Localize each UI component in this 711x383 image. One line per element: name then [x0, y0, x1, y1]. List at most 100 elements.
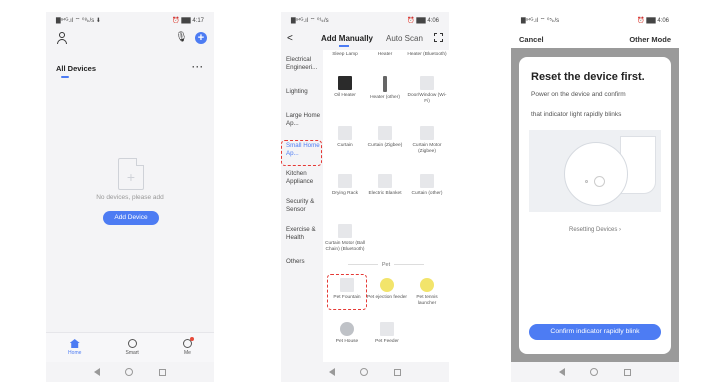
tab-auto-scan[interactable]: Auto Scan — [386, 34, 423, 43]
system-nav-bar — [46, 362, 214, 382]
device-electric-blanket[interactable]: Electric Blanket — [365, 174, 405, 197]
phone-home-screen: ▇ᵃ⁴ᴳ.ıl ⌔ ⁰⁸ₖ/s ⬇ ⏰ ▇▇ 4:17 🎙 + All Devi… — [46, 12, 214, 382]
device-curtain-motor-zigbee[interactable]: Curtain Motor (Zigbee) — [407, 126, 447, 155]
pet-fountain-highlight-box — [327, 274, 367, 310]
profile-icon — [182, 337, 194, 348]
device-oil-heater[interactable]: Oil Heater — [325, 76, 365, 99]
category-highlight-box — [281, 140, 322, 166]
reset-header: Cancel Other Mode — [511, 30, 679, 48]
reset-description-line-1: Power on the device and confirm — [531, 91, 626, 98]
home-icon — [69, 339, 80, 348]
confirm-blink-button[interactable]: Confirm indicator rapidly blink — [529, 324, 661, 340]
system-nav-bar — [511, 362, 679, 382]
system-nav-bar — [281, 362, 449, 382]
device-curtain[interactable]: Curtain — [325, 126, 365, 149]
phone-add-device-screen: ▇ᵃ⁴ᴳ.ıl ⌔ ⁰¹ₖ/s ⏰ ▇▇ 4:06 < Add Manually… — [281, 12, 449, 382]
category-kitchen[interactable]: Kitchen Appliance — [286, 170, 324, 185]
scan-icon[interactable] — [434, 33, 443, 42]
cancel-button[interactable]: Cancel — [519, 35, 544, 44]
reset-card: Reset the device first. Power on the dev… — [519, 57, 671, 354]
pet-section-label: Pet — [323, 262, 449, 268]
back-nav-icon[interactable] — [558, 368, 565, 376]
home-nav-icon[interactable] — [360, 368, 369, 376]
add-plus-icon[interactable]: + — [195, 32, 207, 44]
device-door-window[interactable]: Door/Window (Wi-Fi) — [407, 76, 447, 105]
device-label: Curtain Motor (Ball Chain) (Bluetooth) — [325, 241, 365, 252]
device-pet-feeder[interactable]: Pet Feeder — [367, 322, 407, 345]
device-label: Curtain (other) — [411, 191, 443, 196]
device-curtain-other[interactable]: Curtain (other) — [407, 174, 447, 197]
add-device-button[interactable]: Add Device — [103, 211, 159, 225]
device-heater-other[interactable]: Heater (other) — [365, 76, 405, 101]
tab-home[interactable]: Home — [68, 339, 81, 356]
reset-button-icon — [594, 176, 605, 187]
home-top-bar: 🎙 + — [46, 30, 214, 48]
device-label: Oil Heater — [334, 93, 356, 98]
category-lighting[interactable]: Lighting — [286, 88, 324, 96]
device-label: Heater (Bluetooth) — [407, 52, 447, 57]
reset-title: Reset the device first. — [531, 71, 645, 83]
device-heater[interactable]: Heater — [365, 52, 405, 58]
device-label: Sleep Lamp — [332, 52, 358, 57]
status-right: ⏰ ▇▇ 4:06 — [637, 17, 669, 24]
microphone-icon[interactable]: 🎙 — [175, 32, 188, 44]
tab-me[interactable]: Me — [182, 337, 194, 356]
status-left: ▇ᵃ⁴ᴳ.ıl ⌔ ⁰⁵ₖ/s — [521, 18, 560, 24]
tab-smart[interactable]: Smart — [125, 339, 139, 356]
device-curtain-motor-ball-chain[interactable]: Curtain Motor (Ball Chain) (Bluetooth) — [325, 224, 365, 253]
device-label: Curtain — [337, 143, 353, 148]
category-security[interactable]: Security & Sensor — [286, 198, 324, 213]
device-label: Pet House — [335, 339, 359, 344]
back-arrow-icon[interactable]: < — [287, 33, 293, 44]
device-label: Heater (other) — [370, 95, 400, 100]
empty-state-text: No devices, please add — [96, 194, 164, 201]
indicator-light-icon — [585, 180, 588, 183]
more-icon[interactable]: ··· — [192, 62, 204, 72]
home-nav-icon[interactable] — [590, 368, 599, 376]
home-nav-icon[interactable] — [125, 368, 134, 376]
device-curtain-zigbee[interactable]: Curtain (Zigbee) — [365, 126, 405, 149]
reset-description-line-2: that indicator light rapidly blinks — [531, 111, 622, 118]
tab-home-label: Home — [68, 350, 82, 356]
tab-indicator — [61, 76, 69, 78]
category-electrical[interactable]: Electrical Engineeri... — [286, 56, 324, 71]
device-label: Pet ejection feeder — [367, 295, 408, 300]
recents-nav-icon[interactable] — [159, 368, 167, 376]
device-pet-house[interactable]: Pet House — [327, 322, 367, 345]
device-grid: Sleep Lamp Heater Heater (Bluetooth) Oil… — [323, 50, 449, 362]
device-label: Curtain Motor (Zigbee) — [412, 143, 442, 154]
recents-nav-icon[interactable] — [394, 368, 402, 376]
devices-header: All Devices ··· — [56, 62, 204, 76]
tab-me-label: Me — [183, 350, 191, 356]
user-icon[interactable] — [56, 32, 68, 44]
tab-underline — [339, 45, 349, 47]
other-mode-button[interactable]: Other Mode — [629, 35, 671, 44]
status-bar: ▇ᵃ⁴ᴳ.ıl ⌔ ⁰¹ₖ/s ⏰ ▇▇ 4:06 — [281, 12, 449, 28]
device-pet-ejection-feeder[interactable]: Pet ejection feeder — [367, 278, 407, 301]
back-nav-icon[interactable] — [328, 368, 335, 376]
tab-smart-label: Smart — [125, 350, 139, 356]
device-illustration — [529, 130, 661, 212]
all-devices-tab[interactable]: All Devices — [56, 64, 96, 73]
device-sleep-lamp[interactable]: Sleep Lamp — [325, 52, 365, 58]
device-label: Pet Feeder — [375, 339, 399, 344]
device-drying-rack[interactable]: Drying Rack — [325, 174, 365, 197]
device-label: Pet tennis launcher — [416, 295, 438, 306]
device-label: Drying Rack — [331, 191, 359, 196]
back-nav-icon[interactable] — [93, 368, 100, 376]
sun-icon — [127, 339, 137, 348]
status-bar: ▇ᵃ⁴ᴳ.ıl ⌔ ⁰⁵ₖ/s ⏰ ▇▇ 4:06 — [511, 12, 679, 28]
device-heater-bluetooth[interactable]: Heater (Bluetooth) — [407, 52, 447, 58]
category-large-home[interactable]: Large Home Ap... — [286, 112, 324, 127]
empty-document-icon: + — [118, 158, 144, 190]
resetting-devices-link[interactable]: Resetting Devices › — [519, 227, 671, 233]
category-exercise[interactable]: Exercise & Health — [286, 226, 324, 241]
add-device-header: < Add Manually Auto Scan — [281, 30, 449, 48]
device-label: Curtain (Zigbee) — [367, 143, 403, 148]
device-label: Electric Blanket — [368, 191, 402, 196]
device-pet-tennis-launcher[interactable]: Pet tennis launcher — [407, 278, 447, 307]
recents-nav-icon[interactable] — [624, 368, 632, 376]
category-others[interactable]: Others — [286, 258, 324, 266]
status-left: ▇ᵃ⁴ᴳ.ıl ⌔ ⁰¹ₖ/s — [291, 18, 329, 24]
tab-add-manually[interactable]: Add Manually — [321, 34, 373, 43]
